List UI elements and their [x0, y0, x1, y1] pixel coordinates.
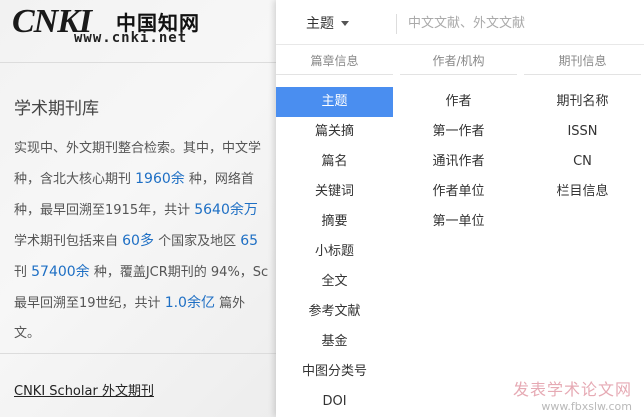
description-line: 文。	[14, 319, 276, 349]
field-option[interactable]: 关键词	[276, 177, 393, 207]
divider	[0, 62, 276, 63]
logo-url: www.cnki.net	[74, 30, 188, 46]
field-option[interactable]: 小标题	[276, 237, 393, 267]
field-option[interactable]: ISSN	[524, 117, 641, 147]
field-option[interactable]: 参考文献	[276, 297, 393, 327]
cnki-logo[interactable]: CNKI 中国知网 www.cnki.net	[12, 4, 212, 48]
background-page: CNKI 中国知网 www.cnki.net 学术期刊库 实现中、外文期刊整合检…	[0, 0, 276, 417]
search-field-selector[interactable]: 主题	[306, 10, 349, 36]
field-option[interactable]: 栏目信息	[524, 177, 641, 207]
description-text: 个国家及地区	[153, 234, 241, 249]
field-option[interactable]: 主题	[276, 87, 393, 117]
search-separator	[396, 14, 397, 34]
description-text: 篇外	[214, 296, 246, 311]
description-line: 学术期刊包括来自 60多 个国家及地区 65	[14, 226, 276, 257]
column-header: 期刊信息	[524, 48, 641, 75]
field-option[interactable]: 期刊名称	[524, 87, 641, 117]
search-field-dropdown: 主题 篇章信息 主题篇关摘篇名关键词摘要小标题全文参考文献基金中图分类号DOI …	[276, 0, 644, 417]
field-option[interactable]: 基金	[276, 327, 393, 357]
field-option[interactable]: CN	[524, 147, 641, 177]
field-option[interactable]: 作者单位	[400, 177, 517, 207]
description-line: 刊 57400余 种，覆盖JCR期刊的 94%，Sc	[14, 257, 276, 288]
description-line: 实现中、外文期刊整合检索。其中，中文学	[14, 134, 276, 164]
description-text: 种，最早回溯至1915年，共计	[14, 203, 195, 218]
column-header: 作者/机构	[400, 48, 517, 75]
description-text: 种，覆盖JCR期刊的 94%，Sc	[89, 265, 269, 280]
search-input[interactable]	[406, 8, 630, 38]
field-option[interactable]: 第一单位	[400, 207, 517, 237]
description-text: 学术期刊包括来自	[14, 234, 123, 249]
field-option[interactable]: 第一作者	[400, 117, 517, 147]
description-line: 最早回溯至19世纪，共计 1.0余亿 篇外	[14, 288, 276, 319]
highlight-number: 57400余	[31, 264, 90, 280]
field-option[interactable]: 全文	[276, 267, 393, 297]
highlight-number: 1960余	[135, 171, 185, 187]
cnki-scholar-link[interactable]: CNKI Scholar 外文期刊	[14, 380, 154, 399]
description-line: 种，含北大核心期刊 1960余 种，网络首	[14, 164, 276, 195]
column-author-institution: 作者/机构 作者 第一作者 通讯作者 作者单位 第一单位	[400, 48, 517, 237]
field-option[interactable]: 篇名	[276, 147, 393, 177]
caret-down-icon	[341, 20, 349, 26]
highlight-number: 65	[240, 233, 259, 249]
field-option[interactable]: DOI	[276, 387, 393, 417]
column-header: 篇章信息	[276, 48, 393, 75]
field-option[interactable]: 中图分类号	[276, 357, 393, 387]
description-line: 种，最早回溯至1915年，共计 5640余万	[14, 195, 276, 226]
column-article-info: 篇章信息 主题 篇关摘 篇名 关键词 摘要 小标题 全文 参考文献 基金 中图分类号 DOI	[276, 48, 393, 417]
divider	[276, 44, 644, 45]
watermark-url: www.fbxslw.com	[541, 400, 632, 413]
description-text: 文。	[14, 326, 41, 341]
watermark: 发表学术论文网 www.fbxslw.com	[513, 376, 632, 413]
description-text: 种，网络首	[184, 172, 254, 187]
description-text: 刊	[14, 265, 32, 280]
field-option[interactable]: 摘要	[276, 207, 393, 237]
description-text: 最早回溯至19世纪，共计	[14, 296, 165, 311]
field-option[interactable]: 通讯作者	[400, 147, 517, 177]
highlight-number: 1.0余亿	[164, 295, 215, 311]
search-field-label: 主题	[306, 16, 334, 32]
description-text: 种，含北大核心期刊	[14, 172, 136, 187]
field-option[interactable]: 篇关摘	[276, 117, 393, 147]
library-title: 学术期刊库	[14, 99, 99, 119]
highlight-number: 5640余万	[194, 202, 258, 218]
column-journal-info: 期刊信息 期刊名称 ISSN CN 栏目信息	[524, 48, 641, 207]
watermark-title: 发表学术论文网	[512, 380, 632, 399]
field-option[interactable]: 作者	[400, 87, 517, 117]
divider	[0, 353, 276, 354]
library-description: 实现中、外文期刊整合检索。其中，中文学 种，含北大核心期刊 1960余 种，网络首…	[14, 134, 276, 349]
description-text: 实现中、外文期刊整合检索。其中，中文学	[14, 141, 262, 156]
highlight-number: 60多	[122, 233, 154, 249]
